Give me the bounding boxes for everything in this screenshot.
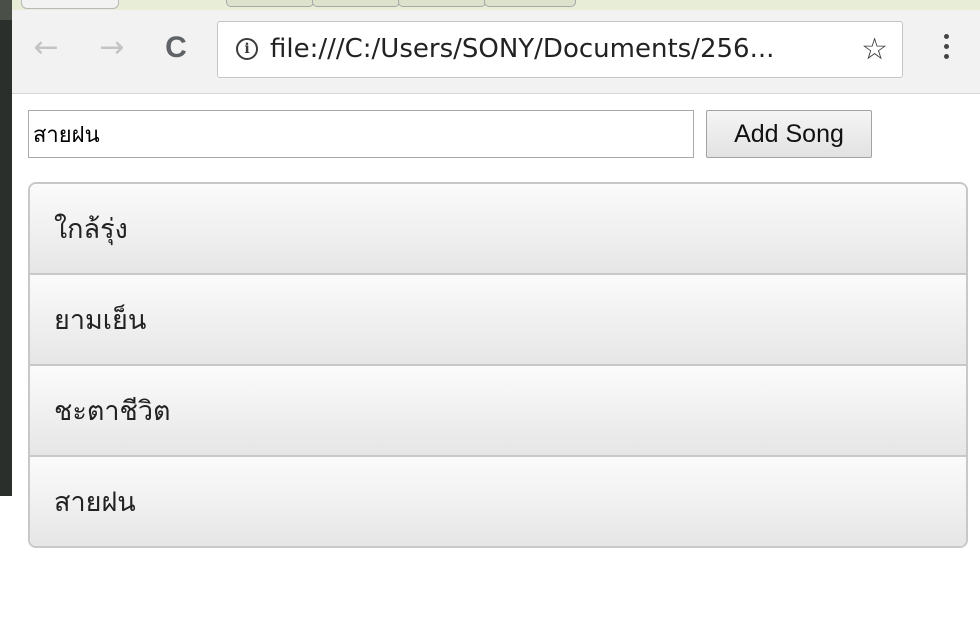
tab-inactive[interactable] <box>398 0 486 7</box>
list-item[interactable]: ยามเย็น <box>30 275 966 366</box>
tab-inactive[interactable] <box>484 0 576 7</box>
menu-kebab-icon[interactable] <box>942 34 950 64</box>
background-window-edge-top <box>0 0 12 20</box>
tab-inactive[interactable] <box>226 0 314 7</box>
back-arrow-icon[interactable]: ← <box>28 30 64 66</box>
browser-toolbar: ← → C i file:///C:/Users/SONY/Documents/… <box>12 0 980 94</box>
list-item[interactable]: ชะตาชีวิต <box>30 366 966 457</box>
address-bar[interactable]: i file:///C:/Users/SONY/Documents/256...… <box>217 21 903 78</box>
tab-inactive[interactable] <box>312 0 400 7</box>
star-icon[interactable]: ☆ <box>861 32 888 67</box>
add-song-button[interactable]: Add Song <box>706 110 872 158</box>
song-list: ใกล้รุ่ง ยามเย็น ชะตาชีวิต สายฝน <box>28 182 968 548</box>
tab-strip <box>12 0 980 10</box>
forward-arrow-icon[interactable]: → <box>94 30 130 66</box>
info-icon[interactable]: i <box>236 38 258 60</box>
list-item[interactable]: ใกล้รุ่ง <box>30 184 966 275</box>
background-window-edge <box>0 0 12 496</box>
tab-active[interactable] <box>21 0 119 9</box>
reload-icon[interactable]: C <box>158 30 194 66</box>
list-item[interactable]: สายฝน <box>30 457 966 546</box>
song-input[interactable] <box>28 110 694 158</box>
page-content: Add Song ใกล้รุ่ง ยามเย็น ชะตาชีวิต สายฝ… <box>12 94 980 621</box>
url-text[interactable]: file:///C:/Users/SONY/Documents/256... <box>270 34 774 64</box>
